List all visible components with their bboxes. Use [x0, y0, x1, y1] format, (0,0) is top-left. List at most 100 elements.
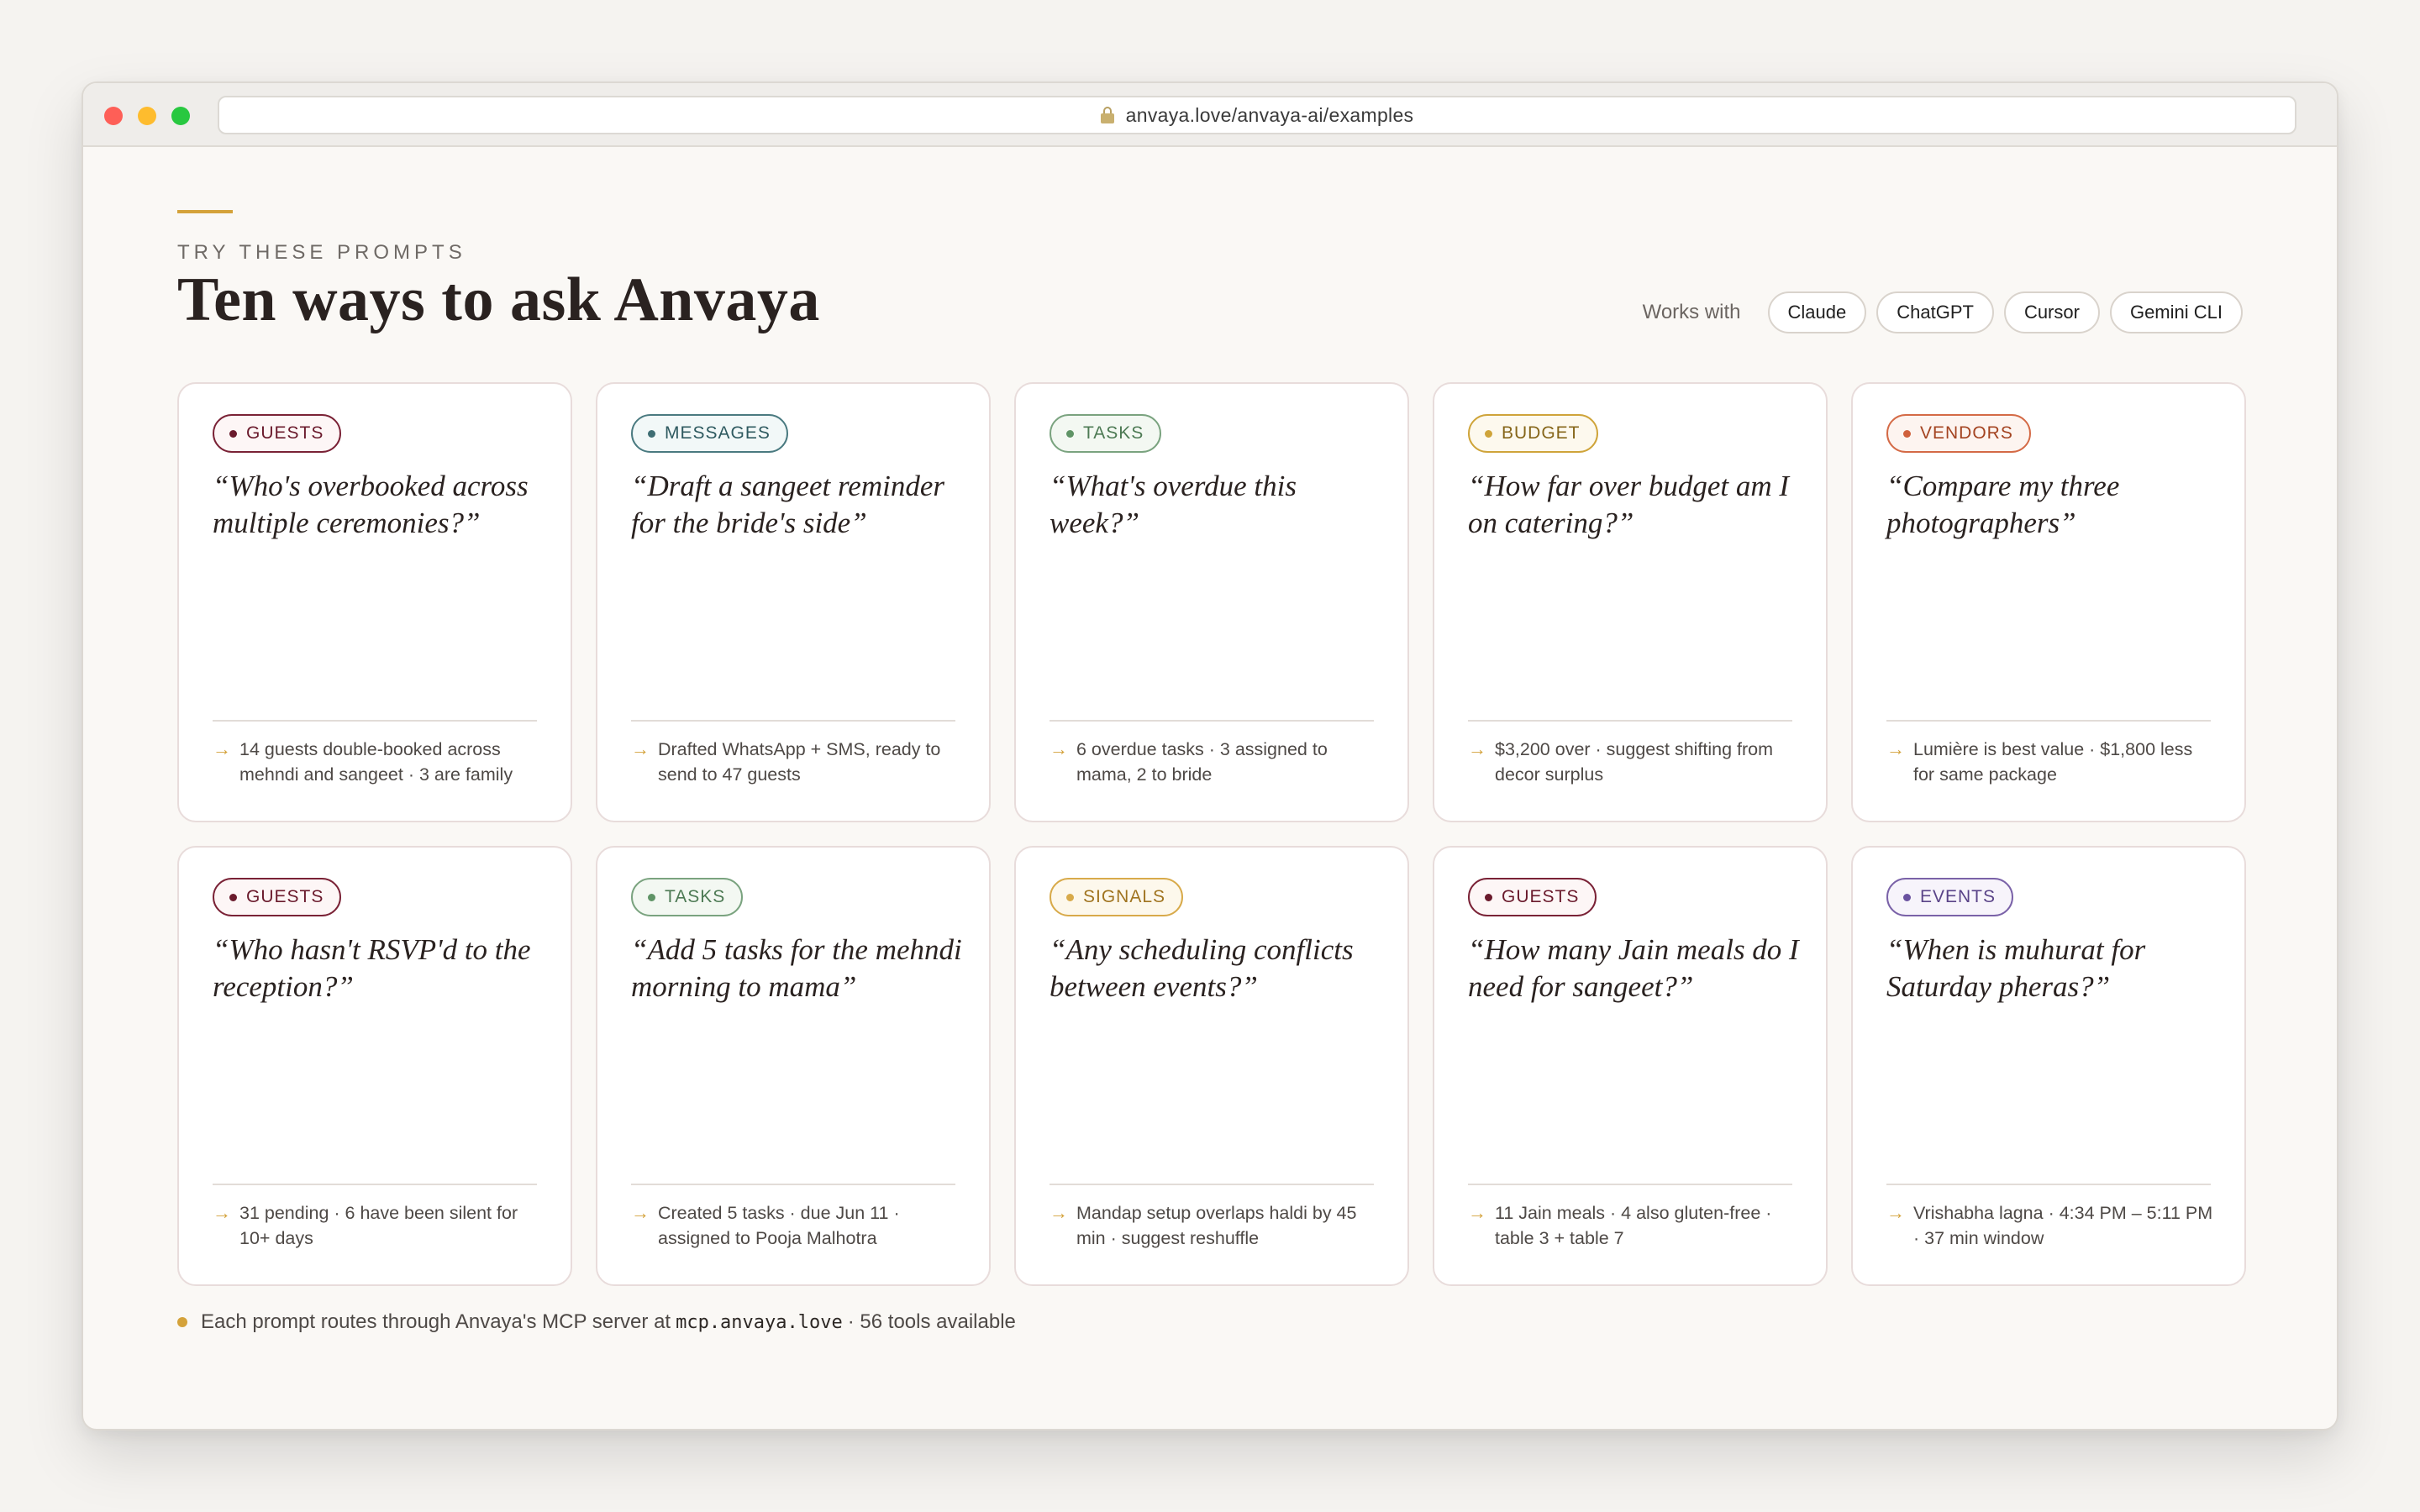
tool-chip-claude[interactable]: Claude [1767, 291, 1867, 333]
tag-dot-icon [1485, 429, 1492, 438]
result-text: 14 guests double-booked across mehndi an… [239, 739, 513, 785]
result-text: Lumière is best value · $1,800 less for … [1913, 739, 2193, 785]
result-row: → 31 pending · 6 have been silent for 10+… [213, 1200, 542, 1251]
tag-dot-icon [1903, 429, 1911, 438]
arrow-right-icon: → [1050, 738, 1068, 759]
category-tag-label: BUDGET [1502, 423, 1581, 443]
arrow-right-icon: → [213, 1202, 231, 1223]
category-tag-label: MESSAGES [665, 423, 771, 443]
category-tag: EVENTS [1886, 878, 2014, 916]
footer-bullet-icon [177, 1317, 187, 1327]
prompt-text: “How far over budget am I on catering?” [1468, 470, 1790, 539]
category-tag-label: SIGNALS [1083, 887, 1166, 906]
prompt-text: “Add 5 tasks for the mehndi morning to m… [631, 933, 962, 1003]
category-tag: GUESTS [213, 414, 342, 453]
prompt-card[interactable]: TASKS “What's overdue this week?” → 6 overd… [1014, 382, 1409, 822]
category-tag-label: EVENTS [1920, 887, 1996, 906]
tag-dot-icon [1066, 893, 1074, 901]
arrow-right-icon: → [1468, 1202, 1486, 1223]
url-text: anvaya.love/anvaya-ai/examples [1125, 103, 1414, 126]
prompt-card[interactable]: GUESTS “Who hasn't RSVP'd to the receptio… [177, 846, 572, 1286]
prompt-card[interactable]: BUDGET “How far over budget am I on cater… [1433, 382, 1828, 822]
prompt-text: “Who hasn't RSVP'd to the reception?” [213, 933, 531, 1003]
prompt-text: “What's overdue this week?” [1050, 470, 1297, 539]
page-content: TRY THESE PROMPTS Ten ways to ask Anvaya… [83, 147, 2337, 1429]
result-text: $3,200 over · suggest shifting from deco… [1495, 739, 1774, 785]
prompt-card[interactable]: EVENTS “When is muhurat for Saturday pher… [1851, 846, 2246, 1286]
minimize-window-button[interactable] [138, 107, 156, 125]
result-row: → Drafted WhatsApp + SMS, ready to send t… [631, 737, 960, 787]
tag-dot-icon [229, 893, 237, 901]
category-tag: MESSAGES [631, 414, 788, 453]
arrow-right-icon: → [1886, 1202, 1905, 1223]
result-row: → $3,200 over · suggest shifting from dec… [1468, 737, 1797, 787]
prompt-card[interactable]: GUESTS “How many Jain meals do I need for… [1433, 846, 1828, 1286]
card-divider [1886, 1184, 2211, 1185]
prompt-card[interactable]: TASKS “Add 5 tasks for the mehndi morning… [596, 846, 991, 1286]
category-tag-label: TASKS [1083, 423, 1144, 443]
arrow-right-icon: → [1886, 738, 1905, 759]
prompt-text: “Draft a sangeet reminder for the bride'… [631, 470, 944, 539]
card-divider [1886, 720, 2211, 722]
tool-chip-chatgpt[interactable]: ChatGPT [1876, 291, 1994, 333]
works-with-label: Works with [1642, 301, 1741, 323]
prompt-text: “Any scheduling conflicts between events… [1050, 933, 1354, 1003]
card-divider [631, 720, 955, 722]
prompt-card[interactable]: GUESTS “Who's overbooked across multiple … [177, 382, 572, 822]
prompt-card[interactable]: MESSAGES “Draft a sangeet reminder for th… [596, 382, 991, 822]
tag-dot-icon [648, 893, 655, 901]
category-tag: GUESTS [213, 878, 342, 916]
card-divider [1468, 1184, 1792, 1185]
close-window-button[interactable] [104, 107, 123, 125]
result-text: 31 pending · 6 have been silent for 10+ … [239, 1203, 518, 1248]
page-title: Ten ways to ask Anvaya [177, 265, 820, 334]
card-divider [213, 720, 537, 722]
browser-window: anvaya.love/anvaya-ai/examples TRY THESE… [82, 81, 2338, 1431]
arrow-right-icon: → [1468, 738, 1486, 759]
category-tag: BUDGET [1468, 414, 1598, 453]
category-tag: TASKS [1050, 414, 1162, 453]
result-row: → Lumière is best value · $1,800 less for… [1886, 737, 2216, 787]
result-text: 6 overdue tasks · 3 assigned to mama, 2 … [1076, 739, 1328, 785]
footer-note: Each prompt routes through Anvaya's MCP … [177, 1310, 1016, 1334]
arrow-right-icon: → [631, 1202, 650, 1223]
tag-dot-icon [1485, 893, 1492, 901]
category-tag-label: VENDORS [1920, 423, 2013, 443]
tag-dot-icon [229, 429, 237, 438]
works-with-group: Works with Claude ChatGPT Cursor Gemini … [1643, 291, 2243, 333]
tool-chip-gemini-cli[interactable]: Gemini CLI [2109, 291, 2243, 333]
category-tag: GUESTS [1468, 878, 1597, 916]
mcp-server-address: mcp.anvaya.love [676, 1311, 843, 1333]
browser-titlebar: anvaya.love/anvaya-ai/examples [83, 83, 2337, 147]
lock-icon [1100, 107, 1114, 123]
result-text: Mandap setup overlaps haldi by 45 min · … [1076, 1203, 1357, 1248]
tool-chip-cursor[interactable]: Cursor [2003, 291, 2100, 333]
category-tag: VENDORS [1886, 414, 2031, 453]
result-row: → 11 Jain meals · 4 also gluten-free · ta… [1468, 1200, 1797, 1251]
footer-text-before: Each prompt routes through Anvaya's MCP … [201, 1310, 671, 1333]
arrow-right-icon: → [1050, 1202, 1068, 1223]
category-tag: TASKS [631, 878, 744, 916]
category-tag-label: GUESTS [246, 887, 324, 906]
section-eyebrow: TRY THESE PROMPTS [177, 241, 466, 264]
address-bar[interactable]: anvaya.love/anvaya-ai/examples [218, 96, 2296, 134]
category-tag-label: GUESTS [246, 423, 324, 443]
result-text: Created 5 tasks · due Jun 11 · assigned … [658, 1203, 900, 1248]
card-divider [1050, 720, 1374, 722]
result-text: Drafted WhatsApp + SMS, ready to send to… [658, 739, 941, 785]
category-tag: SIGNALS [1050, 878, 1184, 916]
tag-dot-icon [648, 429, 655, 438]
result-row: → Mandap setup overlaps haldi by 45 min ·… [1050, 1200, 1379, 1251]
prompt-text: “When is muhurat for Saturday pheras?” [1886, 933, 2146, 1003]
card-divider [1468, 720, 1792, 722]
prompt-card[interactable]: VENDORS “Compare my three photographers” →… [1851, 382, 2246, 822]
card-divider [631, 1184, 955, 1185]
result-text: 11 Jain meals · 4 also gluten-free · tab… [1495, 1203, 1772, 1248]
prompt-text: “Compare my three photographers” [1886, 470, 2120, 539]
prompt-text: “Who's overbooked across multiple ceremo… [213, 470, 529, 539]
result-row: → 14 guests double-booked across mehndi a… [213, 737, 542, 787]
footer-text-after: · 56 tools available [847, 1310, 1016, 1333]
prompt-card[interactable]: SIGNALS “Any scheduling conflicts between… [1014, 846, 1409, 1286]
maximize-window-button[interactable] [171, 107, 190, 125]
result-text: Vrishabha lagna · 4:34 PM – 5:11 PM · 37… [1913, 1203, 2213, 1248]
